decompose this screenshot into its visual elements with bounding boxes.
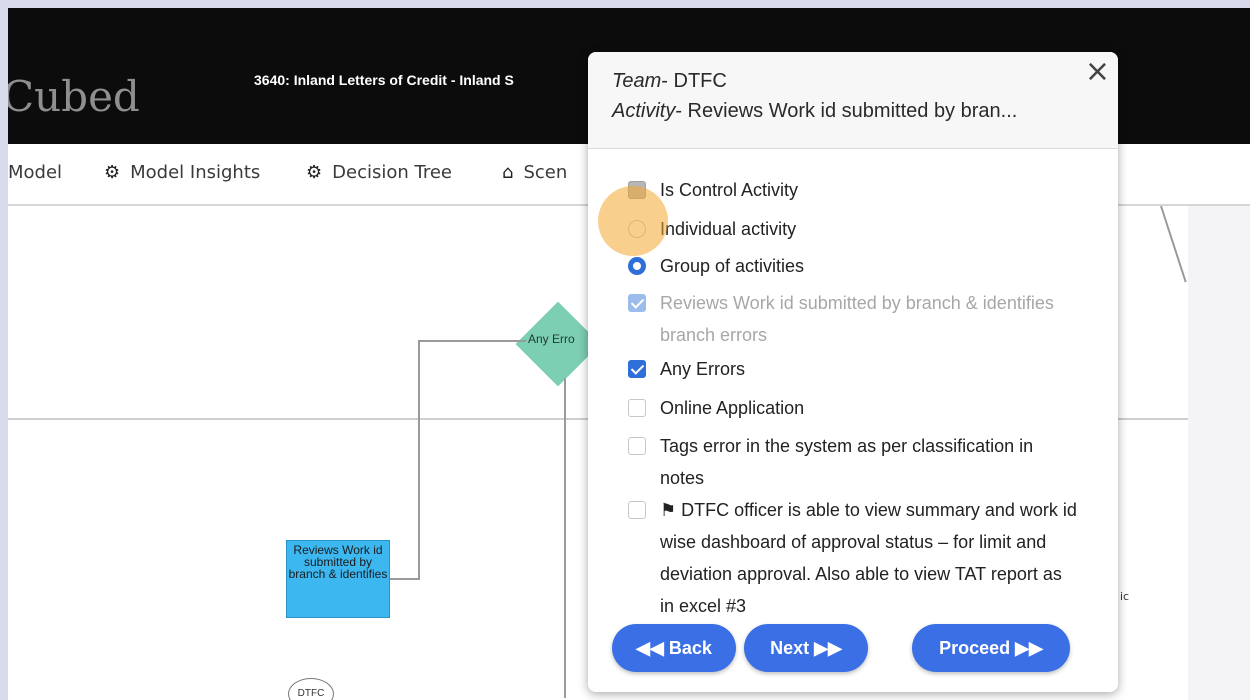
option-label: Reviews Work id submitted by branch & id… <box>660 293 1054 345</box>
connector-line <box>390 578 420 580</box>
activity-line: Activity- Reviews Work id submitted by b… <box>612 100 1017 123</box>
nav-item-label: Model Insights <box>130 162 261 183</box>
activity-value: - Reviews Work id submitted by bran... <box>675 100 1018 122</box>
click-highlight <box>598 186 668 256</box>
checkbox[interactable] <box>628 399 646 417</box>
option-label: Tags error in the system as per classifi… <box>660 436 1034 488</box>
option-any-errors[interactable]: Any Errors <box>628 353 1080 385</box>
nav-item-label: Decision Tree <box>332 162 452 183</box>
back-button[interactable]: ◀◀ Back <box>612 624 736 672</box>
option-tags-error[interactable]: Tags error in the system as per classifi… <box>628 430 1080 494</box>
page-title: 3640: Inland Letters of Credit - Inland … <box>254 72 514 88</box>
option-online-application[interactable]: Online Application <box>628 392 1080 424</box>
option-label: Individual activity <box>660 219 797 239</box>
popup-header: Team- DTFC Activity- Reviews Work id sub… <box>588 52 1118 149</box>
team-line: Team- DTFC <box>612 70 727 93</box>
option-label: Is Control Activity <box>660 180 799 200</box>
nav-item-model-insights[interactable]: ⚙ Model Insights <box>104 162 260 183</box>
nav-item-decision-tree[interactable]: ⚙ Decision Tree <box>306 162 452 183</box>
team-value: - DTFC <box>661 70 727 92</box>
option-is-control-activity[interactable]: Is Control Activity <box>628 174 1080 206</box>
nav-item-label: Scen <box>523 162 568 183</box>
nav-item-label: Model <box>8 162 63 183</box>
nav-item-scenario[interactable]: ⌂ Scen <box>502 162 567 183</box>
activity-node[interactable]: Reviews Work id submitted by branch & id… <box>286 540 390 618</box>
option-reviews-work-id: Reviews Work id submitted by branch & id… <box>628 287 1080 351</box>
checkbox[interactable] <box>628 501 646 519</box>
proceed-button[interactable]: Proceed ▶▶ <box>912 624 1070 672</box>
radio-button[interactable] <box>628 257 646 275</box>
checkbox <box>628 294 646 312</box>
option-individual-activity[interactable]: Individual activity <box>628 213 1080 245</box>
hierarchy-icon: ⌂ <box>502 162 514 183</box>
option-group-of-activities[interactable]: Group of activities <box>628 250 1080 282</box>
activity-popup: Team- DTFC Activity- Reviews Work id sub… <box>588 52 1118 692</box>
option-label: Online Application <box>660 398 805 418</box>
option-label: Group of activities <box>660 256 805 276</box>
activity-prefix: Activity <box>612 100 676 122</box>
nav-item-model[interactable]: Model <box>8 162 62 183</box>
close-icon[interactable]: × <box>1085 54 1110 89</box>
option-dtfc-officer[interactable]: ⚑ DTFC officer is able to view summary a… <box>628 494 1080 622</box>
checkbox[interactable] <box>628 360 646 378</box>
brand-logo: Cubed <box>8 72 140 121</box>
connector-line <box>418 340 420 580</box>
globe-icon: ⚙ <box>104 162 121 183</box>
option-label: ⚑ DTFC officer is able to view summary a… <box>660 500 1077 616</box>
checkbox[interactable] <box>628 437 646 455</box>
connector-line <box>418 340 526 342</box>
team-node[interactable]: DTFC <box>288 678 334 700</box>
next-button[interactable]: Next ▶▶ <box>744 624 868 672</box>
connector-line <box>1160 205 1187 283</box>
gears-icon: ⚙ <box>306 162 323 183</box>
node-label-fragment: ic <box>1120 590 1130 603</box>
vertical-scrollbar[interactable] <box>1188 206 1250 700</box>
option-label: Any Errors <box>660 359 746 379</box>
team-prefix: Team <box>612 70 662 92</box>
connector-line <box>564 378 566 698</box>
